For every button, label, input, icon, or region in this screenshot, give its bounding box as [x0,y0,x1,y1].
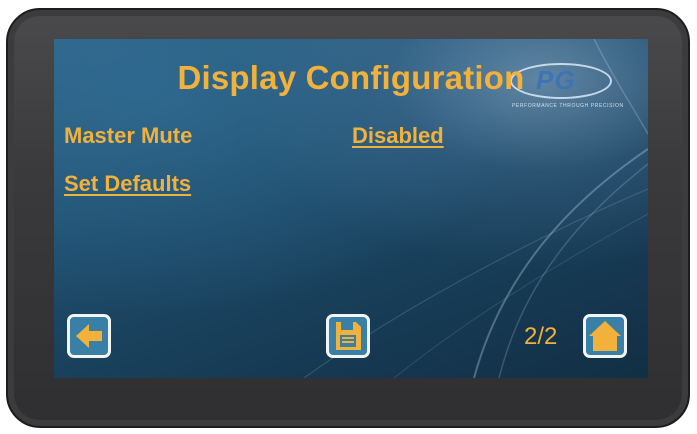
master-mute-label: Master Mute [64,123,193,148]
home-icon [589,321,621,351]
page-title: Display Configuration [177,59,525,96]
master-mute-value-link[interactable]: Disabled [352,123,444,149]
home-button[interactable] [583,314,627,358]
page-indicator: 2/2 [524,323,558,350]
display-screen: PG PERFORMANCE THROUGH PRECISION Display… [54,39,648,378]
back-button[interactable] [67,314,111,358]
set-defaults-link[interactable]: Set Defaults [64,171,191,197]
logo-tagline: PERFORMANCE THROUGH PRECISION [512,103,624,109]
floppy-disk-icon [336,322,361,350]
arrow-left-icon [76,324,102,348]
save-button[interactable] [326,314,370,358]
